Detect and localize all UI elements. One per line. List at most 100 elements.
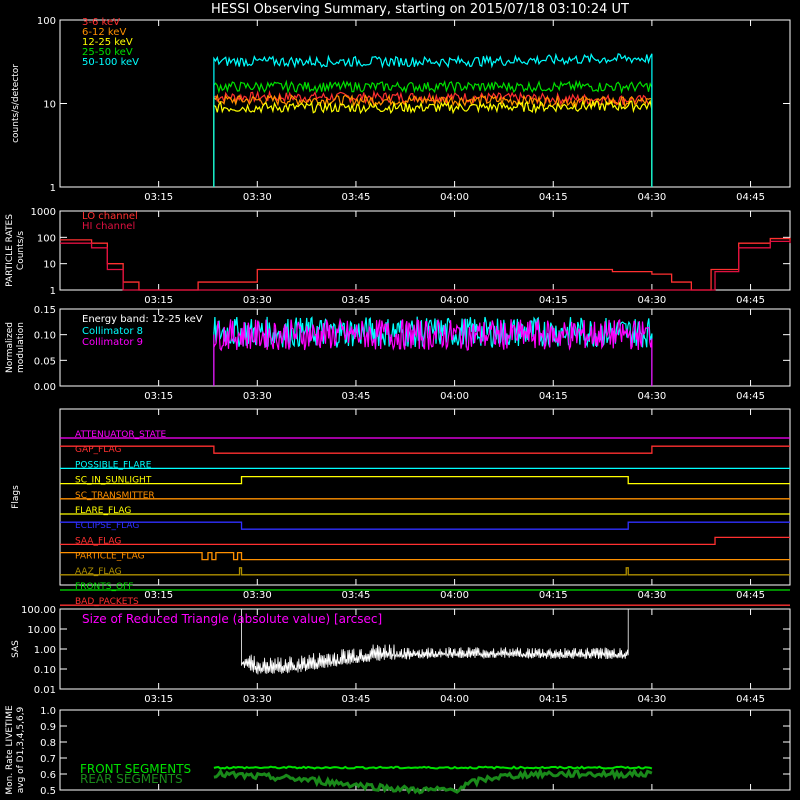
time-tick-label: 03:45 <box>342 391 371 402</box>
panel-frame-0 <box>59 19 791 188</box>
main-title: HESSI Observing Summary, starting on 201… <box>211 2 629 17</box>
time-tick-label: 04:15 <box>539 694 568 705</box>
time-tick-label: 04:30 <box>637 694 666 705</box>
time-tick-label: 04:00 <box>440 590 469 601</box>
y-axis-label-2: modulation <box>16 322 26 373</box>
y-tick-label: 10 <box>43 260 56 271</box>
y-tick-label: 0.10 <box>34 665 56 676</box>
time-tick-label: 03:15 <box>144 192 173 203</box>
y-tick-label: 1.00 <box>34 645 56 656</box>
y-axis-label: SAS <box>11 640 21 658</box>
time-tick-label: 04:45 <box>736 391 765 402</box>
time-tick-label: 04:30 <box>637 295 666 306</box>
y-axis-label-2: Counts/s <box>16 231 26 270</box>
y-tick-label: 0.8 <box>40 738 56 749</box>
flag-label: AAZ_FLAG <box>75 567 122 577</box>
observing-summary-plot: HESSI Observing Summary, starting on 201… <box>5 2 791 797</box>
y-axis-label: Mon. Rate LIVETIME <box>5 705 15 795</box>
time-tick-label: 04:00 <box>440 694 469 705</box>
time-tick-label: 03:30 <box>243 192 272 203</box>
flag-label: SC_TRANSMITTER <box>75 491 155 501</box>
flag-line-8 <box>60 551 790 561</box>
time-tick-label: 04:30 <box>637 391 666 402</box>
time-tick-label: 03:45 <box>342 590 371 601</box>
y-axis-label: Normalized <box>5 322 15 373</box>
flag-line-3 <box>60 475 790 485</box>
series-line-0 <box>213 89 653 188</box>
time-tick-label: 04:45 <box>736 192 765 203</box>
legend-entry: Collimator 8 <box>82 326 143 337</box>
y-tick-label: 10.00 <box>27 625 56 636</box>
flag-label: PARTICLE_FLAG <box>75 552 145 562</box>
y-axis-label: PARTICLE RATES <box>5 214 15 287</box>
time-tick-label: 03:30 <box>243 590 272 601</box>
time-tick-label: 03:30 <box>243 295 272 306</box>
time-tick-label: 04:45 <box>736 295 765 306</box>
time-tick-label: 03:45 <box>342 192 371 203</box>
flag-label: GAP_FLAG <box>75 445 121 455</box>
y-tick-label: 0.7 <box>40 754 56 765</box>
y-tick-label: 100 <box>37 233 56 244</box>
y-tick-label: 0.9 <box>40 722 56 733</box>
time-tick-label: 04:15 <box>539 295 568 306</box>
legend-entry: Collimator 9 <box>82 337 143 348</box>
time-tick-label: 03:15 <box>144 295 173 306</box>
sas-annotation: Size of Reduced Triangle (absolute value… <box>82 612 382 626</box>
y-tick-label: 0.15 <box>34 305 56 316</box>
series-line-4 <box>213 52 653 188</box>
flag-line-7 <box>60 536 790 546</box>
y-axis-label: Flags <box>11 485 21 509</box>
time-tick-label: 04:15 <box>539 590 568 601</box>
flag-label: FRONTS_OFF <box>75 582 133 592</box>
legend-entry: 50-100 keV <box>82 57 139 68</box>
flag-label: BAD_PACKETS <box>75 597 139 607</box>
flag-line-6 <box>60 521 790 530</box>
y-tick-label: 1 <box>50 286 56 297</box>
time-tick-label: 03:15 <box>144 590 173 601</box>
y-axis-label: counts/s/detector <box>11 64 21 143</box>
legend-entry: REAR SEGMENTS <box>80 772 183 786</box>
time-tick-label: 04:00 <box>440 295 469 306</box>
flag-label: FLARE_FLAG <box>75 506 131 516</box>
time-tick-label: 03:15 <box>144 391 173 402</box>
flag-label: ATTENUATOR_STATE <box>75 430 167 440</box>
time-tick-label: 04:15 <box>539 192 568 203</box>
time-tick-label: 04:15 <box>539 391 568 402</box>
panel-frame-1 <box>59 210 791 291</box>
y-tick-label: 0.6 <box>40 770 56 781</box>
y-tick-label: 10 <box>43 100 56 111</box>
time-tick-label: 04:45 <box>736 694 765 705</box>
flag-label: POSSIBLE_FLARE <box>75 460 152 470</box>
time-tick-label: 04:30 <box>637 192 666 203</box>
y-tick-label: 0.00 <box>34 382 56 393</box>
time-tick-label: 03:30 <box>243 391 272 402</box>
y-tick-label: 0.01 <box>34 685 56 696</box>
y-tick-label: 100 <box>37 16 56 27</box>
flag-label: ECLIPSE_FLAG <box>75 521 139 531</box>
time-tick-label: 03:45 <box>342 694 371 705</box>
series-line-0 <box>60 237 791 291</box>
y-tick-label: 0.05 <box>34 356 56 367</box>
panel-frame-3 <box>59 408 791 586</box>
livetime-line-1 <box>213 766 653 795</box>
time-tick-label: 03:15 <box>144 694 173 705</box>
y-tick-label: 1.0 <box>40 706 56 717</box>
flag-line-9 <box>60 567 790 576</box>
y-axis-label-2: avg of D1,3,4,5,6,9 <box>16 706 26 793</box>
time-tick-label: 04:00 <box>440 391 469 402</box>
flag-label: SAA_FLAG <box>75 536 121 546</box>
flag-label: SC_IN_SUNLIGHT <box>75 476 152 486</box>
time-tick-label: 03:30 <box>243 694 272 705</box>
time-tick-label: 04:45 <box>736 590 765 601</box>
series-line-0 <box>213 316 653 387</box>
y-tick-label: 1 <box>50 183 56 194</box>
y-tick-label: 0.5 <box>40 786 56 797</box>
time-tick-label: 04:00 <box>440 192 469 203</box>
flag-line-1 <box>60 445 790 454</box>
y-tick-label: 1000 <box>31 207 56 218</box>
y-tick-label: 0.10 <box>34 331 56 342</box>
y-tick-label: 100.00 <box>21 605 56 616</box>
series-line-2 <box>213 99 653 188</box>
livetime-line-0 <box>213 765 653 770</box>
legend-entry: HI channel <box>82 221 135 232</box>
